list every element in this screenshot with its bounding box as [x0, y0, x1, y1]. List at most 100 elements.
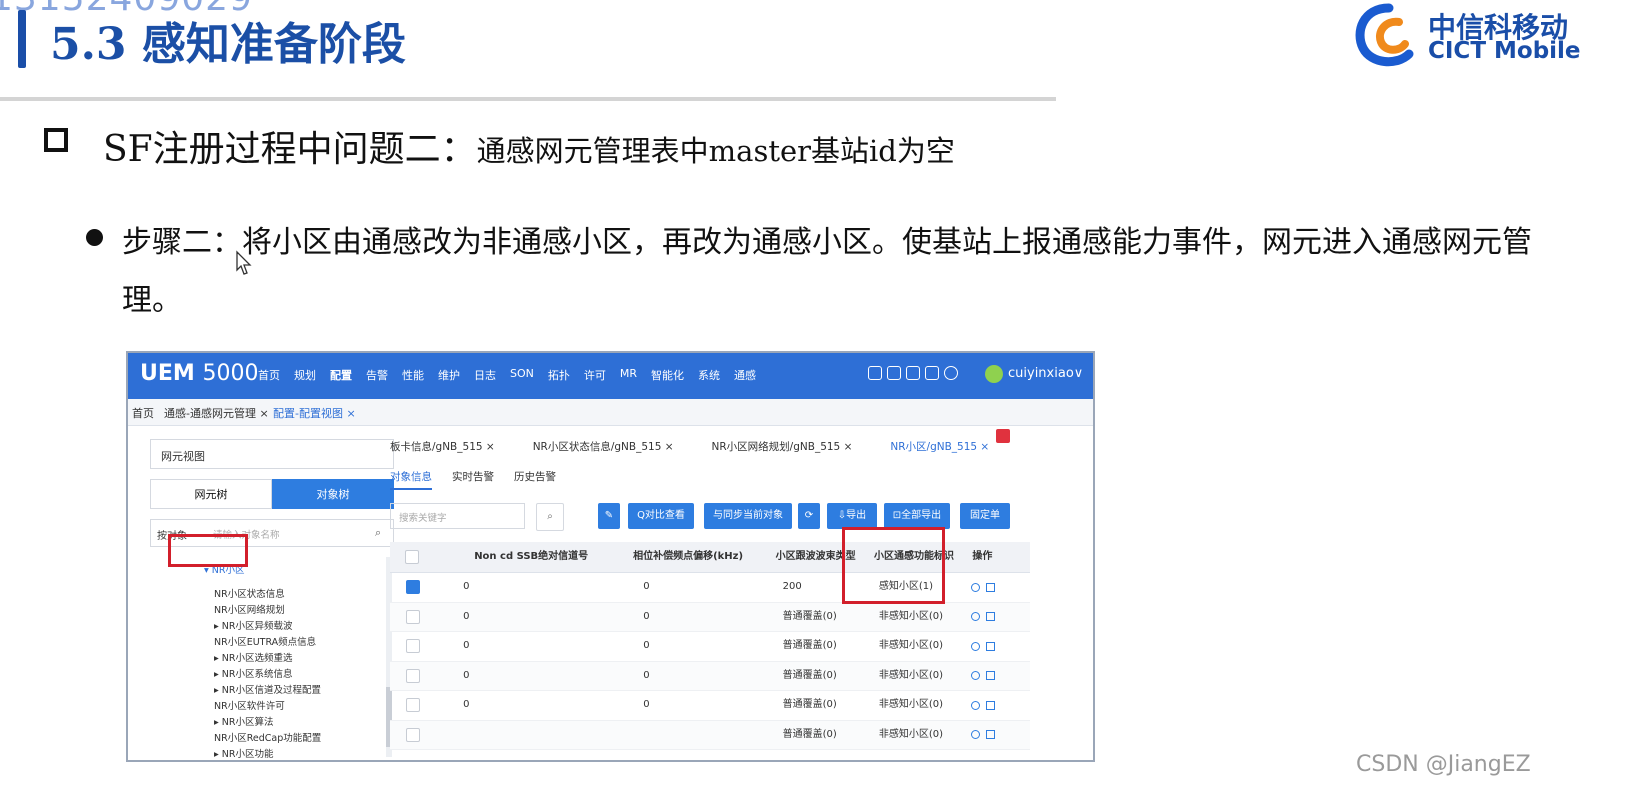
edit-icon[interactable] [986, 582, 996, 592]
sub-tab[interactable]: 实时告警 [452, 469, 494, 490]
link-icon[interactable] [971, 612, 981, 622]
tree-tabs: 网元树 对象树 [150, 479, 394, 509]
tab-ne-tree[interactable]: 网元树 [150, 479, 272, 509]
refresh-button[interactable]: ⟳ [798, 503, 820, 529]
cell-beam-type: 普通覆盖(0) [782, 610, 837, 622]
export-icon[interactable] [925, 366, 939, 380]
menu-item[interactable]: 日志 [474, 367, 496, 383]
cell-phase-offset: 0 [643, 640, 650, 651]
cell-sensing-flag: 非感知小区(0) [878, 699, 944, 710]
table-row[interactable]: 0 0 普通覆盖(0) 非感知小区(0) [390, 661, 1030, 691]
export-button[interactable]: ⇩导出 [827, 503, 877, 529]
tree-item[interactable]: ▸ NR小区异频载波 [150, 619, 394, 635]
row-checkbox[interactable] [405, 698, 420, 713]
menu-item[interactable]: 许可 [584, 367, 606, 383]
menu-item[interactable]: 系统 [698, 367, 720, 383]
row-checkbox[interactable] [405, 668, 420, 683]
table-row[interactable]: 0 0 普通覆盖(0) 非感知小区(0) [390, 632, 1030, 662]
top-menu: 首页 规划 配置 告警 性能 维护 日志 SON 拓扑 许可 MR 智能化 系统 通感 [258, 367, 770, 383]
row-select-cell [390, 632, 435, 661]
right-panel: 板卡信息/gNB_515 × NR小区状态信息/gNB_515 × NR小区网络规划… [390, 439, 1090, 759]
link-icon[interactable] [971, 730, 981, 740]
sub-tab[interactable]: 对象信息 [390, 469, 432, 490]
search-icon[interactable]: ⌕ [375, 526, 381, 540]
doc-tab[interactable]: NR小区状态信息/gNB_515 × [533, 439, 674, 461]
link-icon[interactable] [971, 641, 981, 651]
cell-sensing-flag: 非感知小区(0) [878, 728, 944, 740]
tree-item[interactable]: NR小区EUTRA频点信息 [150, 635, 394, 651]
help-icon[interactable] [944, 366, 958, 380]
tree-item[interactable]: NR小区RedCap功能配置 [150, 731, 394, 747]
breadcrumb-tab-sensing[interactable]: 通感-通感网元管理 × [164, 405, 269, 421]
menu-item[interactable]: 维护 [438, 367, 460, 383]
tree-item[interactable]: ▸ NR小区系统信息 [150, 667, 394, 683]
menu-item[interactable]: 性能 [402, 367, 424, 383]
doc-tab[interactable]: NR小区网络规划/gNB_515 × [712, 439, 853, 461]
menu-item[interactable]: 首页 [258, 367, 280, 383]
menu-item[interactable]: 告警 [366, 367, 388, 383]
tree-item[interactable]: ▸ NR小区信道及过程配置 [150, 683, 394, 699]
cell-ssb-channel: 0 [463, 669, 470, 681]
edit-icon[interactable] [986, 671, 996, 681]
table-row[interactable]: 普通覆盖(0) 非感知小区(0) [390, 720, 1030, 750]
menu-item[interactable]: 规划 [294, 367, 316, 383]
export-all-button[interactable]: ⊡全部导出 [884, 503, 950, 529]
alarm-badge-icon[interactable] [996, 429, 1010, 443]
breadcrumb-tab-config[interactable]: 配置-配置视图 × [273, 405, 356, 421]
compare-button[interactable]: Q对比查看 [628, 503, 694, 529]
tree-item[interactable]: ▸ NR小区算法 [150, 715, 394, 731]
menu-item[interactable]: 拓扑 [548, 367, 570, 383]
table-row[interactable]: 0 0 普通覆盖(0) 非感知小区(0) [390, 602, 1030, 632]
keyword-search-input[interactable]: 搜索关键字 [390, 503, 525, 529]
tree-item[interactable]: NR小区网络规划 [150, 603, 394, 619]
select-all-checkbox[interactable] [405, 550, 420, 564]
link-icon[interactable] [971, 671, 981, 681]
tree-item[interactable]: NR小区状态信息 [150, 587, 394, 603]
tab-object-tree[interactable]: 对象树 [272, 479, 394, 509]
sub-tab[interactable]: 历史告警 [514, 469, 556, 490]
tree-item[interactable]: ▸ NR小区选频重选 [150, 651, 394, 667]
user-menu[interactable]: cuiyinxiao∨ [1008, 366, 1083, 381]
table-row[interactable]: 0 0 普通覆盖(0) 非感知小区(0) [390, 691, 1030, 721]
menu-item[interactable]: SON [510, 367, 534, 383]
edit-button[interactable]: ✎ [598, 503, 620, 529]
cell-phase-offset: 0 [643, 610, 650, 622]
square-bullet-icon [44, 128, 68, 152]
menu-item[interactable]: MR [620, 367, 637, 383]
avatar[interactable] [985, 365, 1003, 383]
col-ssb-channel[interactable]: Non cd SSB绝对信道号 [434, 542, 623, 572]
view-select[interactable]: 网元视图 [150, 439, 394, 469]
tree-item[interactable]: ▸ NR小区功能 [150, 747, 394, 760]
link-icon[interactable] [971, 582, 981, 592]
cell-beam-type: 普通覆盖(0) [782, 699, 837, 710]
cell-phase-offset: 0 [643, 669, 650, 681]
cell-beam-type: 普通覆盖(0) [782, 728, 837, 740]
row-checkbox[interactable] [405, 639, 420, 654]
menu-item[interactable]: 配置 [330, 367, 352, 383]
col-phase-offset[interactable]: 相位补偿频点偏移(kHz) [623, 542, 766, 572]
doc-tab[interactable]: NR小区/gNB_515 × [890, 439, 989, 461]
doc-tab[interactable]: 板卡信息/gNB_515 × [390, 439, 495, 461]
menu-item[interactable]: 智能化 [651, 367, 684, 383]
search-button[interactable]: ⌕ [536, 503, 564, 531]
edit-icon[interactable] [986, 700, 996, 710]
breadcrumb-home[interactable]: 首页 [132, 405, 154, 421]
edit-icon[interactable] [986, 612, 996, 622]
plus-icon[interactable] [906, 366, 920, 380]
row-checkbox[interactable] [405, 580, 420, 595]
tree-item[interactable]: NR小区软件许可 [150, 699, 394, 715]
sync-button[interactable]: 与同步当前对象 [704, 503, 792, 529]
menu-item[interactable]: 通感 [734, 367, 756, 383]
step-text: 步骤二：将小区由通感改为非通感小区，再改为通感小区。使基站上报通感能力事件，网元… [122, 225, 1532, 318]
mail-icon[interactable] [868, 366, 882, 380]
row-checkbox[interactable] [405, 727, 420, 742]
edit-icon[interactable] [986, 730, 996, 740]
fixed-list-button[interactable]: 固定单 [960, 503, 1010, 529]
bell-icon[interactable] [887, 366, 901, 380]
row-checkbox[interactable] [405, 609, 420, 624]
left-panel: 网元视图 网元树 对象树 按对象 请输入对象名称 ⌕ ▾ NR小区 NR小区状态信… [150, 439, 394, 760]
bullet-heading: SF注册过程中问题二：通感网元管理表中master基站id为空 [103, 120, 955, 172]
link-icon[interactable] [971, 700, 981, 710]
edit-icon[interactable] [986, 641, 996, 651]
cell-ssb-channel: 0 [463, 581, 470, 592]
